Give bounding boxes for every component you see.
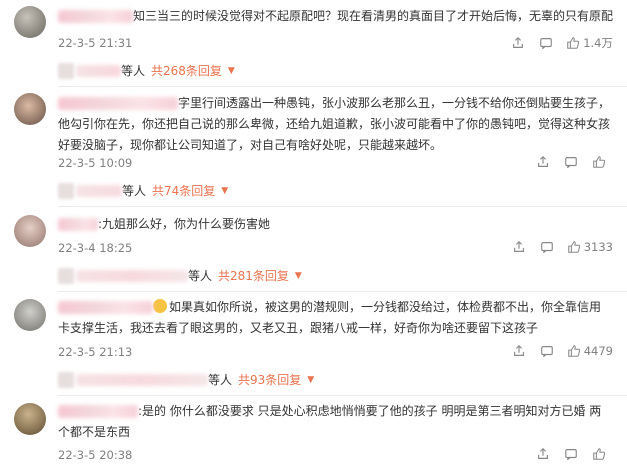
comment-text: :九姐那么好，你为什么要伤害她: [58, 214, 270, 235]
comment-text-line: 知三当三的时候没觉得对不起原配吧？现在看清男的真面目了才开始后悔，无辜的只有原配: [133, 9, 614, 23]
like-button[interactable]: [585, 155, 613, 169]
avatar[interactable]: [14, 215, 46, 247]
comment-icon: [540, 242, 553, 254]
comment-text-line: 他勾引你在先，你还把自己说的那么卑微，还给九姐道歉，张小波可能看中了你的愚钝吧，…: [58, 117, 611, 131]
comment-time: 22-3-5 21:31: [58, 36, 133, 50]
share-button[interactable]: [504, 36, 532, 50]
like-button[interactable]: 1.4万: [560, 35, 613, 51]
like-count: 1.4万: [583, 36, 613, 50]
like-icon: [567, 241, 580, 253]
comment-text-line: 好要没脑子，现你都让公司知道了，对自己有啥好处呢，只能越来越坏。: [58, 138, 443, 152]
avatar[interactable]: [14, 93, 46, 125]
comment-button[interactable]: [532, 36, 560, 50]
avatar[interactable]: [14, 403, 46, 435]
like-count: 3133: [583, 240, 613, 254]
reply-avatar: [58, 62, 74, 79]
username[interactable]: [58, 405, 138, 418]
comment-text-line: 如果真如你所说，被这男的潜规则，一分钱都没给过，体检费都不出，你全靠信用: [169, 300, 602, 314]
divider: [58, 291, 627, 292]
comment-time: 22-3-4 18:25: [58, 241, 133, 255]
comment-actions: [529, 155, 613, 169]
comment-text: 知三当三的时候没觉得对不起原配吧？现在看清男的真面目了才开始后悔，无辜的只有原配: [58, 6, 613, 27]
comment-time: 22-3-5 21:13: [58, 345, 133, 359]
like-icon: [567, 37, 580, 49]
share-button[interactable]: [505, 344, 533, 358]
divider: [58, 206, 627, 207]
avatar[interactable]: [14, 6, 46, 38]
comment-icon: [565, 449, 577, 461]
comment-actions: 4479: [505, 344, 613, 358]
comment-icon: [565, 157, 577, 169]
like-button[interactable]: 4479: [561, 344, 613, 358]
reply-avatar: [58, 267, 74, 284]
comment-text-line: 字里行间透露出一种愚钝，张小波那么老那么丑，一分钱不给你还倒贴要生孩子，: [178, 96, 611, 110]
reply-username[interactable]: [76, 373, 208, 386]
username[interactable]: [58, 10, 133, 23]
divider: [58, 395, 627, 396]
comment-time: 22-3-5 20:38: [58, 448, 133, 462]
reply-summary: 等人 共93条回复 ▼: [58, 371, 314, 388]
reply-count-link[interactable]: 共93条回复: [238, 371, 301, 388]
username[interactable]: [58, 301, 153, 314]
like-button[interactable]: [585, 447, 613, 461]
comment-button[interactable]: [557, 155, 585, 169]
reply-suffix: 等人: [122, 184, 147, 198]
username[interactable]: [58, 97, 178, 110]
reply-suffix: 等人: [208, 373, 233, 387]
share-button[interactable]: [505, 240, 533, 254]
comment-icon: [540, 346, 553, 358]
reply-count-link[interactable]: 共268条回复: [151, 62, 222, 79]
share-icon: [513, 344, 524, 356]
caret-down-icon[interactable]: ▼: [307, 375, 314, 385]
comment-time: 22-3-5 10:09: [58, 156, 133, 170]
comment-button[interactable]: [533, 240, 561, 254]
comment-actions: 1.4万: [504, 35, 613, 51]
reply-avatar: [58, 371, 74, 388]
username[interactable]: [58, 218, 98, 231]
reply-summary: 等人 共74条回复 ▼: [58, 182, 228, 199]
comment-text-line: :九姐那么好，你为什么要伤害她: [98, 217, 271, 231]
reply-username[interactable]: [76, 269, 188, 282]
comment-actions: 3133: [505, 240, 613, 254]
comment-text: :是的 你什么都没要求 只是处心积虑地悄悄要了他的孩子 明明是第三者明知对方已婚…: [58, 401, 601, 443]
like-icon: [593, 156, 606, 168]
avatar[interactable]: [14, 299, 46, 331]
comment-actions: [529, 447, 613, 461]
reply-count-link[interactable]: 共74条回复: [152, 182, 215, 199]
reply-summary: 等人 共281条回复 ▼: [58, 267, 302, 284]
reply-suffix: 等人: [188, 269, 213, 283]
comment-button[interactable]: [533, 344, 561, 358]
share-icon: [513, 240, 524, 252]
like-icon: [593, 448, 606, 460]
comment-icon: [540, 38, 553, 50]
emoji-icon: [153, 299, 167, 313]
comment-text-line: 个都不是东西: [58, 425, 131, 439]
reply-username[interactable]: [76, 184, 122, 197]
caret-down-icon[interactable]: ▼: [295, 271, 302, 281]
reply-summary: 等人 共268条回复 ▼: [58, 62, 235, 79]
reply-username[interactable]: [76, 64, 121, 77]
caret-down-icon[interactable]: ▼: [221, 186, 228, 196]
share-icon: [513, 36, 524, 48]
comment-text-line: :是的 你什么都没要求 只是处心积虑地悄悄要了他的孩子 明明是第三者明知对方已婚…: [138, 404, 602, 418]
share-icon: [538, 447, 548, 459]
comment-text-line: 卡支撑生活，我还去看了眼这男的，又老又丑，跟猪八戒一样，好奇你为啥还要留下这孩子: [58, 321, 539, 335]
like-icon: [567, 345, 580, 357]
reply-count-link[interactable]: 共281条回复: [218, 267, 289, 284]
like-button[interactable]: 3133: [561, 240, 613, 254]
comment-button[interactable]: [557, 447, 585, 461]
share-icon: [538, 155, 548, 167]
comment-text: 如果真如你所说，被这男的潜规则，一分钱都没给过，体检费都不出，你全靠信用 卡支撑…: [58, 297, 601, 339]
reply-suffix: 等人: [121, 64, 146, 78]
reply-avatar: [58, 182, 74, 199]
share-button[interactable]: [529, 447, 557, 461]
like-count: 4479: [583, 344, 613, 358]
comment-text: 字里行间透露出一种愚钝，张小波那么老那么丑，一分钱不给你还倒贴要生孩子， 他勾引…: [58, 93, 610, 156]
divider: [58, 86, 627, 87]
caret-down-icon[interactable]: ▼: [228, 66, 235, 76]
share-button[interactable]: [529, 155, 557, 169]
